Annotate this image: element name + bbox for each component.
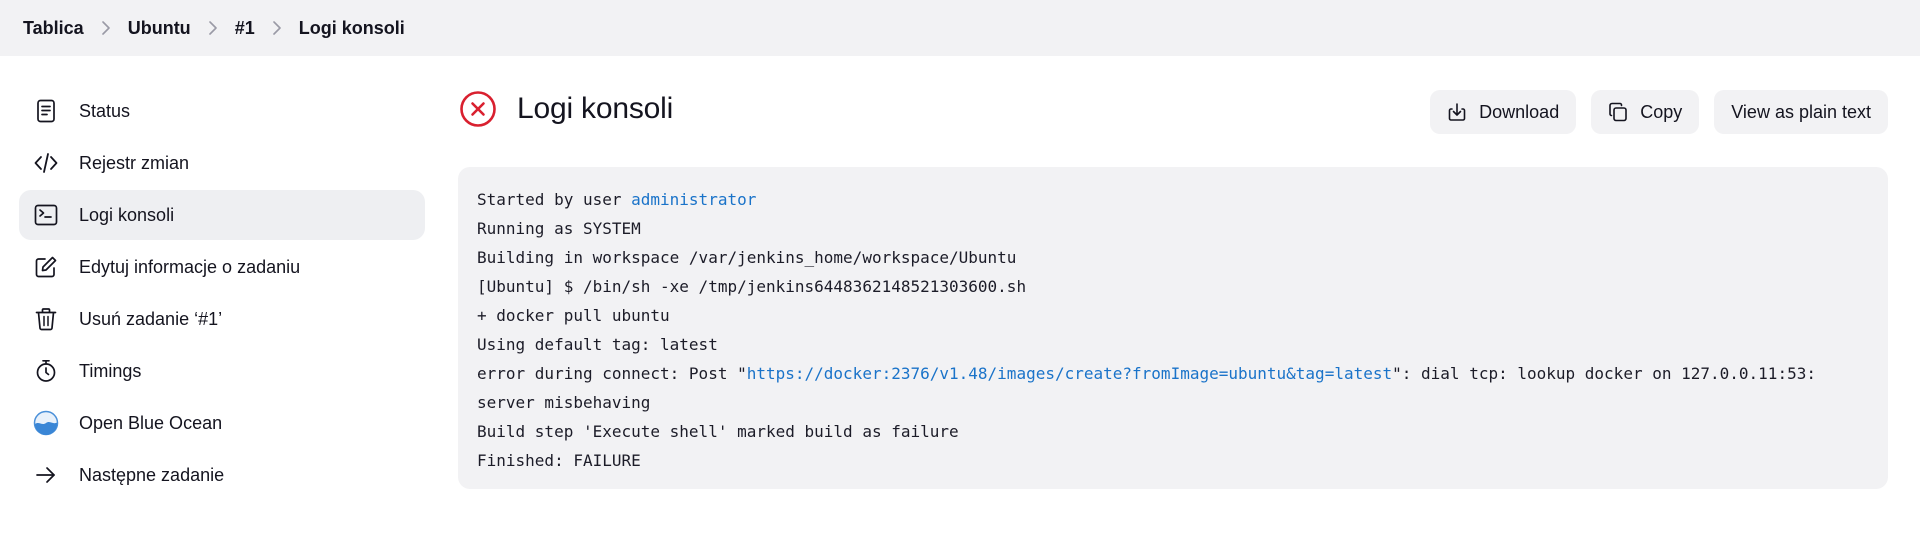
document-icon [33,98,59,124]
sidebar-item-label: Open Blue Ocean [79,412,223,433]
sidebar-item-console[interactable]: Logi konsoli [19,190,425,240]
sidebar-item-label: Rejestr zmian [79,152,190,173]
sidebar-item-status[interactable]: Status [19,86,425,136]
stopwatch-icon [33,358,59,384]
console-line: Running as SYSTEM [477,219,641,238]
breadcrumb-item-job[interactable]: Ubuntu [128,18,191,39]
sidebar-item-label: Edytuj informacje o zadaniu [79,256,301,277]
breadcrumb-item-console[interactable]: Logi konsoli [299,18,405,39]
console-output: Started by user administrator Running as … [458,167,1888,489]
sidebar-item-delete-build[interactable]: Usuń zadanie ‘#1’ [19,294,425,344]
sidebar-item-label: Logi konsoli [79,204,175,225]
console-text: Started by user [477,190,632,209]
console-line: Started by user administrator [477,185,1869,214]
sidebar-item-label: Status [79,100,131,121]
sidebar: Status Rejestr zmian Logi konsoli Edytuj… [19,86,425,502]
code-icon [33,150,59,176]
console-line: Build step 'Execute shell' marked build … [477,422,959,441]
console-actions: Download Copy View as plain text [1430,90,1888,134]
console-line: error during connect: Post "https://dock… [477,359,1869,388]
arrow-right-icon [33,462,59,488]
page-header: Logi konsoli [459,90,673,128]
sidebar-item-blue-ocean[interactable]: Open Blue Ocean [19,398,425,448]
console-text: error during connect: Post " [477,364,747,383]
download-button-label: Download [1479,101,1560,122]
console-line: server misbehaving [477,393,651,412]
console-line: + docker pull ubuntu [477,306,670,325]
chevron-right-icon [84,18,128,38]
sidebar-item-changes[interactable]: Rejestr zmian [19,138,425,188]
terminal-icon [33,202,59,228]
view-plain-text-button[interactable]: View as plain text [1714,90,1888,134]
breadcrumb: Tablica Ubuntu #1 Logi konsoli [0,0,1920,56]
chevron-right-icon [255,18,299,38]
docker-api-link[interactable]: https://docker:2376/v1.48/images/create?… [747,364,1392,383]
trash-icon [33,306,59,332]
console-line: Using default tag: latest [477,335,718,354]
page-title: Logi konsoli [517,92,674,125]
copy-button-label: Copy [1640,101,1683,122]
console-text: ": dial tcp: lookup docker on 127.0.0.11… [1392,364,1816,383]
breadcrumb-item-build[interactable]: #1 [235,18,255,39]
view-plain-text-label: View as plain text [1731,101,1871,122]
sidebar-item-label: Następne zadanie [79,464,225,485]
breadcrumb-item-dashboard[interactable]: Tablica [23,18,84,39]
sidebar-item-timings[interactable]: Timings [19,346,425,396]
sidebar-item-label: Timings [79,360,142,381]
copy-icon [1608,102,1628,122]
console-line: [Ubuntu] $ /bin/sh -xe /tmp/jenkins64483… [477,277,1027,296]
blue-ocean-icon [33,410,59,436]
console-line: Building in workspace /var/jenkins_home/… [477,248,1017,267]
download-button[interactable]: Download [1430,90,1577,134]
user-link[interactable]: administrator [631,190,756,209]
download-icon [1447,102,1467,122]
edit-icon [33,254,59,280]
failure-status-icon [460,91,496,127]
sidebar-item-next-build[interactable]: Następne zadanie [19,450,425,500]
console-line: Finished: FAILURE [477,451,641,470]
chevron-right-icon [191,18,235,38]
sidebar-item-edit-info[interactable]: Edytuj informacje o zadaniu [19,242,425,292]
copy-button[interactable]: Copy [1591,90,1700,134]
sidebar-item-label: Usuń zadanie ‘#1’ [79,308,223,329]
